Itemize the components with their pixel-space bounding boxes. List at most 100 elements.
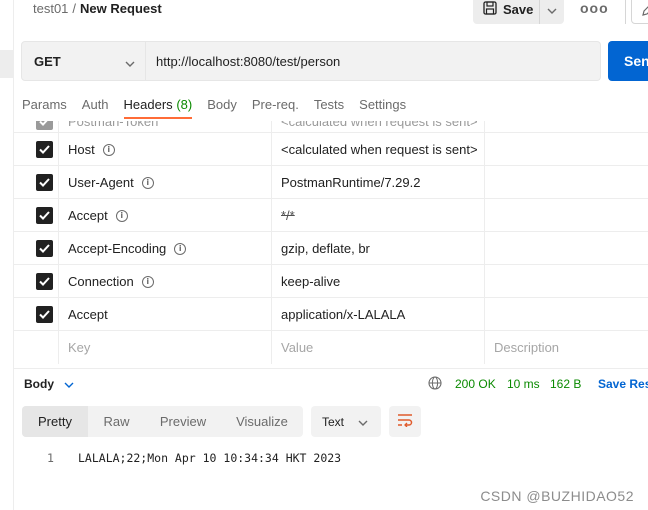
header-key[interactable]: Connection [68, 274, 134, 289]
chevron-down-icon [547, 2, 557, 17]
save-button-group: Save [473, 0, 564, 24]
url-bar: GET http://localhost:8080/test/person Se… [14, 41, 648, 81]
chevron-down-icon [125, 55, 135, 70]
row-checkbox[interactable] [36, 141, 53, 158]
tab-headers-count: (8) [176, 97, 193, 112]
request-title[interactable]: New Request [80, 1, 162, 16]
tab-params[interactable]: Params [22, 97, 67, 121]
header-value[interactable]: gzip, deflate, br [272, 232, 485, 265]
info-icon[interactable]: i [115, 209, 128, 222]
header-description[interactable] [485, 232, 648, 265]
table-row: Accept-Encoding i gzip, deflate, br [14, 232, 648, 265]
table-row: Postman-Token <calculated when request i… [14, 121, 648, 133]
send-button[interactable]: Sen [608, 41, 648, 81]
header-description[interactable] [485, 199, 648, 232]
header-description[interactable] [485, 265, 648, 298]
save-options-button[interactable] [540, 2, 564, 17]
table-row: Host i <calculated when request is sent> [14, 133, 648, 166]
row-checkbox[interactable] [36, 306, 53, 323]
tab-headers[interactable]: Headers (8) [123, 97, 193, 121]
check-icon [39, 145, 50, 154]
response-time[interactable]: 10 ms [507, 377, 540, 391]
check-icon [39, 178, 50, 187]
table-row: Accept application/x-LALALA [14, 298, 648, 331]
tab-settings[interactable]: Settings [359, 97, 406, 121]
save-button[interactable]: Save [473, 0, 540, 24]
chevron-down-icon [358, 415, 368, 429]
tab-preview[interactable]: Preview [145, 406, 221, 437]
info-icon[interactable]: i [102, 143, 115, 156]
headers-table: Postman-Token <calculated when request i… [14, 121, 648, 367]
row-checkbox[interactable] [36, 207, 53, 224]
header-description[interactable] [485, 166, 648, 199]
edit-icon [641, 3, 648, 20]
header-key[interactable]: Accept-Encoding [68, 241, 166, 256]
header-value[interactable]: PostmanRuntime/7.29.2 [272, 166, 485, 199]
info-icon[interactable]: i [141, 176, 154, 189]
row-checkbox[interactable] [36, 121, 53, 130]
tab-pre-request[interactable]: Pre-req. [252, 97, 299, 121]
response-body[interactable]: 1 LALALA;22;Mon Apr 10 10:34:34 HKT 2023 [22, 451, 648, 469]
header-value[interactable]: <calculated when request is sent> [272, 133, 485, 166]
tab-pretty[interactable]: Pretty [22, 406, 88, 437]
wrap-lines-button[interactable] [389, 406, 421, 437]
globe-icon[interactable] [428, 376, 442, 393]
response-view-tabs: Pretty Raw Preview Visualize [22, 406, 303, 437]
header-description[interactable] [485, 298, 648, 331]
sidebar-selected-item[interactable] [0, 50, 14, 78]
request-tabs: Params Auth Headers (8) Body Pre-req. Te… [22, 97, 421, 121]
header-key[interactable]: Accept [68, 208, 108, 223]
table-row: User-Agent i PostmanRuntime/7.29.2 [14, 166, 648, 199]
format-select[interactable]: Text [311, 406, 381, 437]
header-key[interactable]: Host [68, 142, 95, 157]
response-line: LALALA;22;Mon Apr 10 10:34:34 HKT 2023 [78, 451, 342, 465]
check-icon [39, 244, 50, 253]
tab-visualize[interactable]: Visualize [221, 406, 303, 437]
header-value[interactable]: application/x-LALALA [272, 298, 485, 331]
save-label: Save [503, 1, 534, 17]
breadcrumb-collection[interactable]: test01 [33, 1, 68, 16]
header-key[interactable]: User-Agent [68, 175, 134, 190]
check-icon [39, 310, 50, 319]
table-row: Accept i */* [14, 199, 648, 232]
header-key[interactable]: Accept [68, 307, 108, 322]
response-section-label: Body [24, 377, 54, 391]
tab-headers-label: Headers [123, 97, 173, 112]
method-select[interactable]: GET [21, 41, 146, 81]
new-key-input[interactable]: Key [59, 331, 272, 364]
tab-tests[interactable]: Tests [314, 97, 344, 121]
header-value[interactable]: */* [281, 208, 295, 223]
info-icon[interactable]: i [141, 275, 154, 288]
header-value[interactable]: keep-alive [272, 265, 485, 298]
tab-raw[interactable]: Raw [88, 406, 145, 437]
tab-body[interactable]: Body [207, 97, 237, 121]
response-section-select[interactable]: Body [24, 377, 74, 391]
response-bar: Body 200 OK 10 ms 162 B Save Res [14, 368, 648, 398]
edit-button[interactable] [631, 0, 648, 24]
tab-auth[interactable]: Auth [82, 97, 109, 121]
new-description-input[interactable]: Description [485, 331, 648, 364]
toolbar-divider [625, 0, 626, 24]
url-input[interactable]: http://localhost:8080/test/person [146, 41, 601, 81]
save-icon [483, 0, 497, 18]
row-checkbox[interactable] [36, 273, 53, 290]
chevron-down-icon [64, 377, 74, 391]
row-checkbox[interactable] [36, 240, 53, 257]
save-response-button[interactable]: Save Res [598, 377, 648, 391]
breadcrumb-separator: / [72, 1, 77, 16]
watermark: CSDN @BUZHIDAO52 [480, 488, 634, 504]
check-icon [39, 277, 50, 286]
header-description[interactable] [485, 133, 648, 166]
header-value[interactable]: <calculated when request is sent> [281, 121, 478, 129]
response-size[interactable]: 162 B [550, 377, 581, 391]
table-row: Connection i keep-alive [14, 265, 648, 298]
row-checkbox[interactable] [36, 174, 53, 191]
info-icon[interactable]: i [174, 242, 187, 255]
line-number: 1 [47, 451, 54, 465]
new-value-input[interactable]: Value [272, 331, 485, 364]
header-key[interactable]: Postman-Token [68, 121, 158, 129]
method-label: GET [34, 53, 61, 69]
response-status[interactable]: 200 OK [455, 377, 496, 391]
more-icon[interactable]: ooo [580, 0, 608, 16]
table-row-new: Key Value Description [14, 331, 648, 364]
